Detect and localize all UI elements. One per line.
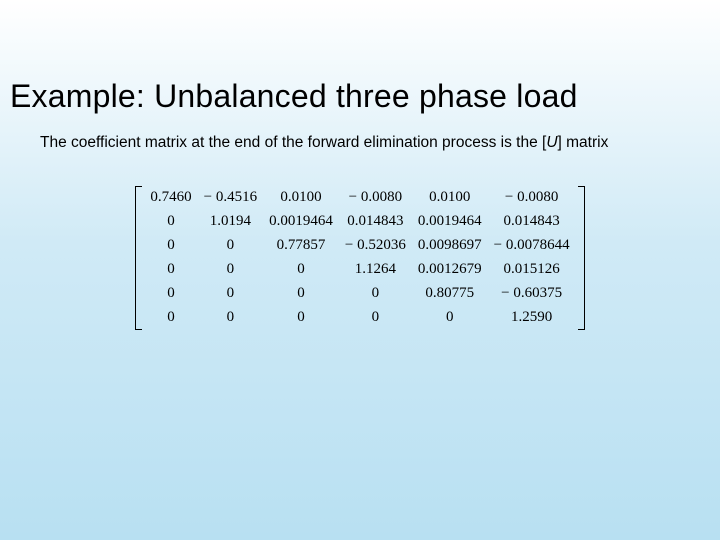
- matrix-row: 0 0 0 1.1264 0.0012679 0.015126: [144, 258, 575, 282]
- matrix-row: 0 0 0.77857 − 0.52036 0.0098697 − 0.0078…: [144, 234, 575, 258]
- matrix-cell: 0.80775: [412, 282, 488, 306]
- matrix-cell: 1.2590: [488, 306, 576, 330]
- matrix-cell: 0.0100: [263, 186, 339, 210]
- matrix-cell: 0.0019464: [412, 210, 488, 234]
- matrix-cell: 0: [144, 234, 197, 258]
- matrix-left-bracket: [135, 186, 144, 330]
- matrix-cell: 0: [263, 282, 339, 306]
- matrix-cell: 0.0012679: [412, 258, 488, 282]
- matrix-cell: 0: [144, 282, 197, 306]
- matrix-cell: 0.0098697: [412, 234, 488, 258]
- matrix-cell: 0: [339, 306, 412, 330]
- slide-title: Example: Unbalanced three phase load: [0, 0, 720, 115]
- matrix-cell: 1.0194: [198, 210, 263, 234]
- matrix-cell: − 0.60375: [488, 282, 576, 306]
- matrix-cell: 0.0019464: [263, 210, 339, 234]
- matrix-right-bracket: [576, 186, 585, 330]
- matrix-cell: 0: [412, 306, 488, 330]
- matrix-cell: 0: [339, 282, 412, 306]
- matrix-cell: 0: [198, 258, 263, 282]
- body-text-pre: The coefficient matrix at the end of the…: [40, 134, 546, 151]
- matrix-row: 0 1.0194 0.0019464 0.014843 0.0019464 0.…: [144, 210, 575, 234]
- u-matrix: 0.7460 − 0.4516 0.0100 − 0.0080 0.0100 −…: [135, 186, 584, 330]
- matrix-row: 0 0 0 0 0 1.2590: [144, 306, 575, 330]
- matrix-row: 0 0 0 0 0.80775 − 0.60375: [144, 282, 575, 306]
- matrix-cell: − 0.4516: [198, 186, 263, 210]
- matrix-cell: 0: [144, 258, 197, 282]
- matrix-cell: 0.015126: [488, 258, 576, 282]
- matrix-cell: 0.014843: [488, 210, 576, 234]
- slide: Example: Unbalanced three phase load The…: [0, 0, 720, 540]
- matrix-cell: 0.7460: [144, 186, 197, 210]
- u-matrix-symbol: U: [546, 134, 557, 151]
- body-text-post: ] matrix: [558, 134, 609, 151]
- matrix-cell: 0: [144, 306, 197, 330]
- matrix-cell: 0.0100: [412, 186, 488, 210]
- matrix-cell: 1.1264: [339, 258, 412, 282]
- matrix-cell: − 0.0080: [339, 186, 412, 210]
- matrix-cell: 0: [198, 306, 263, 330]
- matrix-container: 0.7460 − 0.4516 0.0100 − 0.0080 0.0100 −…: [0, 186, 720, 330]
- slide-body-text: The coefficient matrix at the end of the…: [0, 115, 720, 154]
- matrix-cell: 0: [144, 210, 197, 234]
- matrix-cell: − 0.0080: [488, 186, 576, 210]
- matrix-cell: − 0.52036: [339, 234, 412, 258]
- matrix-cell: 0: [263, 306, 339, 330]
- matrix-cell: 0.77857: [263, 234, 339, 258]
- matrix-cell: 0: [198, 234, 263, 258]
- matrix-cell: 0: [263, 258, 339, 282]
- matrix-cell: 0: [198, 282, 263, 306]
- matrix-cell: − 0.0078644: [488, 234, 576, 258]
- matrix-cell: 0.014843: [339, 210, 412, 234]
- matrix-table: 0.7460 − 0.4516 0.0100 − 0.0080 0.0100 −…: [144, 186, 575, 330]
- matrix-row: 0.7460 − 0.4516 0.0100 − 0.0080 0.0100 −…: [144, 186, 575, 210]
